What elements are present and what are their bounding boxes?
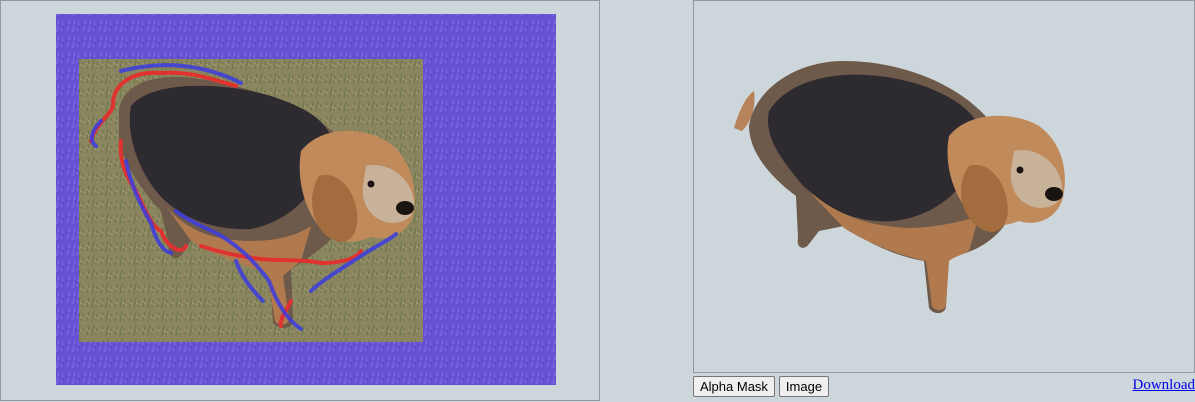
editor-canvas[interactable] (1, 1, 600, 401)
dog-cutout-image (734, 61, 1065, 314)
view-toolbar: Alpha Mask Image (693, 376, 830, 398)
image-button[interactable]: Image (778, 376, 830, 397)
result-preview-panel (693, 0, 1195, 373)
result-preview (734, 61, 1065, 314)
editor-canvas-panel[interactable] (0, 0, 600, 401)
alpha-mask-button[interactable]: Alpha Mask (693, 376, 775, 397)
download-link[interactable]: Download (1133, 377, 1195, 394)
